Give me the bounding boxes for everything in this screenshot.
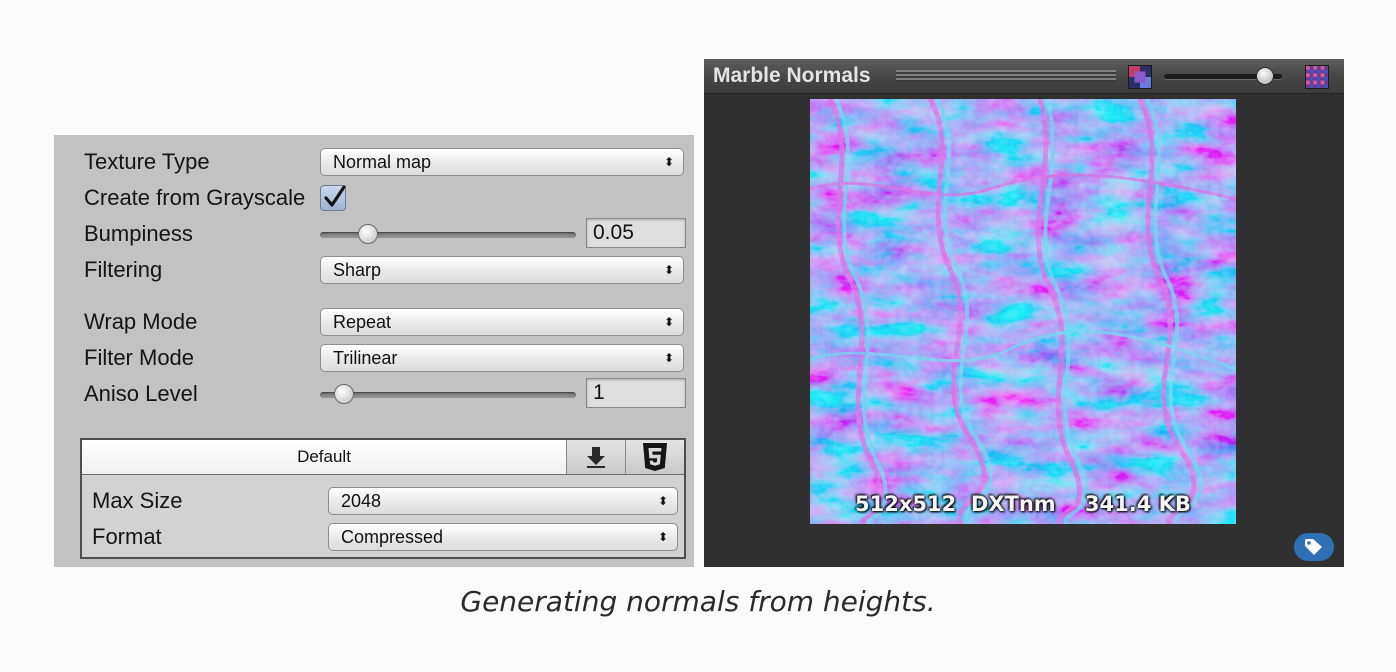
aniso-level-row: Aniso Level 1	[54, 378, 694, 410]
download-icon	[587, 447, 605, 468]
filter-mode-dropdown[interactable]: Trilinear ⬍	[320, 344, 684, 372]
dropdown-arrows-icon: ⬍	[663, 155, 674, 169]
format-value: Compressed	[341, 527, 444, 547]
dropdown-arrows-icon: ⬍	[663, 315, 674, 329]
format-row: Format Compressed ⬍	[82, 521, 684, 553]
format-dropdown[interactable]: Compressed ⬍	[328, 523, 678, 551]
bumpiness-slider-thumb[interactable]	[357, 224, 378, 244]
dropdown-arrows-icon: ⬍	[657, 494, 668, 508]
wrap-mode-value: Repeat	[333, 312, 392, 332]
asset-label-tag-icon	[1305, 539, 1322, 555]
preview-body: 512x512 DXTnm 341.4 KB	[704, 94, 1344, 567]
filtering-label: Filtering	[84, 257, 163, 282]
figure-caption: Generating normals from heights.	[460, 585, 936, 618]
tab-html5-platform[interactable]	[625, 440, 684, 474]
texture-type-dropdown[interactable]: Normal map ⬍	[320, 148, 684, 176]
normal-map-image: 512x512 DXTnm 341.4 KB	[810, 99, 1236, 524]
asset-label-button[interactable]	[1294, 533, 1334, 561]
filtering-row: Filtering Sharp ⬍	[54, 254, 694, 286]
bumpiness-label: Bumpiness	[84, 221, 193, 246]
wrap-mode-label: Wrap Mode	[84, 309, 198, 334]
wrap-mode-dropdown[interactable]: Repeat ⬍	[320, 308, 684, 336]
filtering-value: Sharp	[333, 260, 382, 280]
mip-low-icon[interactable]	[1128, 65, 1152, 89]
tab-download-platform[interactable]	[566, 440, 625, 474]
dropdown-arrows-icon: ⬍	[663, 263, 674, 277]
aniso-level-field[interactable]: 1	[586, 378, 686, 408]
texture-type-row: Texture Type Normal map ⬍	[54, 146, 694, 178]
create-from-grayscale-row: Create from Grayscale	[54, 182, 694, 214]
wrap-mode-row: Wrap Mode Repeat ⬍	[54, 306, 694, 338]
filter-mode-row: Filter Mode Trilinear ⬍	[54, 342, 694, 374]
bumpiness-field[interactable]: 0.05	[586, 218, 686, 248]
create-from-grayscale-checkbox[interactable]	[320, 185, 346, 211]
texture-preview-window: Marble Normals 512x512 DXTnm 341.4 KB	[704, 59, 1344, 567]
aniso-level-label: Aniso Level	[84, 381, 198, 406]
max-size-dropdown[interactable]: 2048 ⬍	[328, 487, 678, 515]
preview-title: Marble Normals	[713, 64, 871, 87]
texture-type-label: Texture Type	[84, 149, 210, 174]
checkmark-icon	[324, 185, 346, 207]
create-from-grayscale-label: Create from Grayscale	[84, 185, 306, 210]
texture-import-inspector: Texture Type Normal map ⬍ Create from Gr…	[54, 135, 694, 567]
filter-mode-label: Filter Mode	[84, 345, 195, 370]
mip-high-icon[interactable]	[1305, 65, 1329, 89]
filtering-dropdown[interactable]: Sharp ⬍	[320, 256, 684, 284]
preview-titlebar[interactable]: Marble Normals	[704, 59, 1344, 94]
platform-settings-box: Default Max Size 2048 ⬍ Format Compresse…	[80, 438, 686, 559]
normal-map-texture	[810, 99, 1236, 524]
mip-level-slider-thumb[interactable]	[1256, 67, 1274, 85]
dropdown-arrows-icon: ⬍	[663, 351, 674, 365]
tab-default[interactable]: Default	[82, 440, 566, 474]
grip-handle-icon[interactable]	[896, 70, 1116, 82]
html5-icon	[643, 443, 667, 471]
dropdown-arrows-icon: ⬍	[657, 530, 668, 544]
texture-type-value: Normal map	[333, 152, 432, 172]
max-size-label: Max Size	[92, 488, 183, 513]
bumpiness-row: Bumpiness 0.05	[54, 218, 694, 250]
format-label: Format	[92, 524, 162, 549]
filter-mode-value: Trilinear	[333, 348, 398, 368]
max-size-value: 2048	[341, 491, 382, 511]
aniso-level-slider-thumb[interactable]	[334, 384, 355, 404]
max-size-row: Max Size 2048 ⬍	[82, 485, 684, 517]
texture-info-label: 512x512 DXTnm 341.4 KB	[855, 492, 1191, 516]
platform-tabs: Default	[82, 440, 684, 475]
aniso-level-slider-track[interactable]	[320, 392, 576, 398]
